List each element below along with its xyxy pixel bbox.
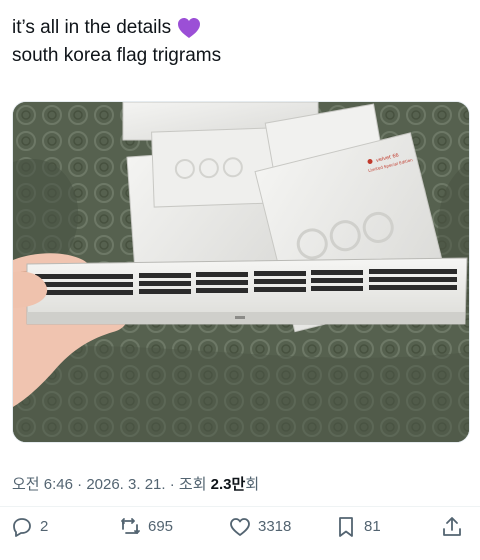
views-count: 2.3만 (210, 476, 246, 493)
views-suffix: 회 (245, 476, 260, 493)
repost-button[interactable]: 695 (118, 515, 173, 539)
trigram-bar (26, 257, 468, 325)
post-time[interactable]: 오전 6:46 (12, 476, 73, 493)
views-prefix: 조회 (178, 476, 211, 493)
post-date[interactable]: 2026. 3. 21. (86, 476, 165, 493)
repost-icon (121, 518, 140, 534)
meta-separator: · (165, 476, 179, 493)
bookmark-button[interactable]: 81 (334, 515, 381, 539)
tweet-line-1-text: it’s all in the details (12, 17, 172, 38)
photo-illustration: velvet 66 Limited Special Edition (13, 102, 469, 442)
tweet-line-2-text: south korea flag trigrams (12, 45, 222, 66)
share-icon (443, 517, 461, 536)
like-heart-icon (230, 518, 250, 536)
tweet-text: it’s all in the details south korea flag… (12, 14, 468, 70)
reply-count: 2 (40, 518, 49, 535)
like-count: 3318 (258, 518, 292, 535)
tweet-line-1: it’s all in the details (12, 14, 468, 42)
share-button[interactable] (440, 515, 470, 539)
reply-icon (13, 518, 31, 537)
purple-heart-icon (177, 17, 201, 39)
tweet-line-2: south korea flag trigrams (12, 42, 468, 70)
reply-button[interactable]: 2 (10, 515, 48, 539)
bookmark-icon (339, 517, 353, 537)
tweet-photo[interactable]: velvet 66 Limited Special Edition (12, 101, 470, 443)
tweet-meta: 오전 6:46 · 2026. 3. 21. · 조회 2.3만회 (12, 473, 259, 494)
bookmark-count: 81 (364, 518, 381, 535)
repost-count: 695 (148, 518, 174, 535)
action-bar: 2 695 3318 81 (0, 506, 480, 545)
like-button[interactable]: 3318 (228, 515, 291, 539)
meta-separator: · (72, 476, 87, 493)
